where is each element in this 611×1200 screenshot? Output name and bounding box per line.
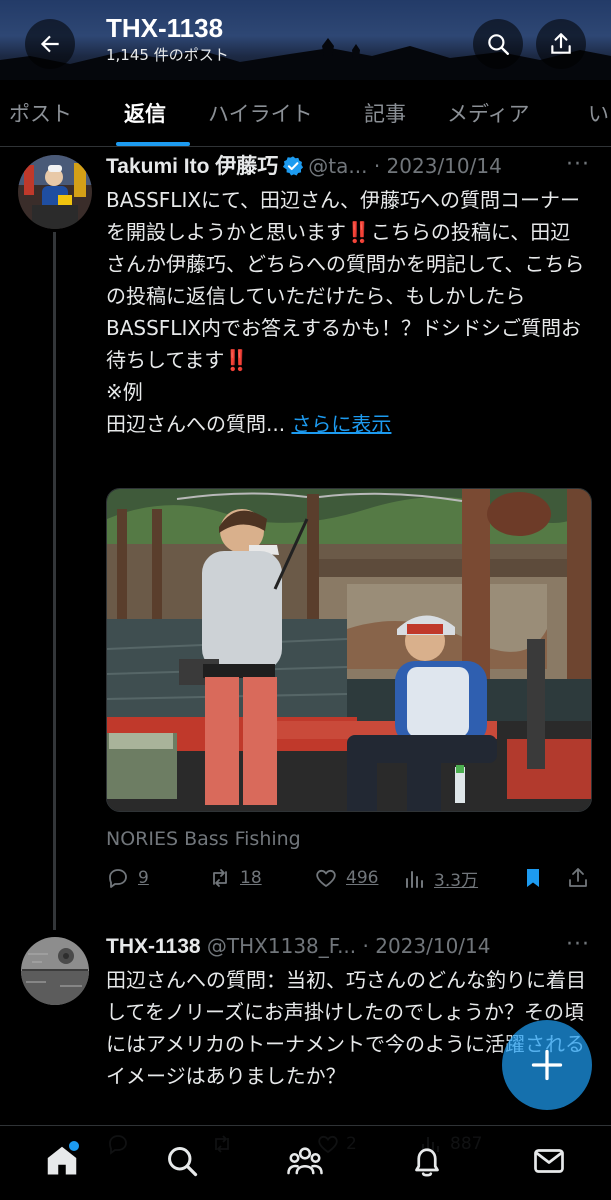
like-button[interactable]: 496: [314, 866, 378, 890]
more-options-icon[interactable]: ···: [566, 932, 590, 957]
profile-header: THX-1138 1,145 件のポスト: [0, 0, 611, 80]
repost-icon: [213, 869, 227, 887]
tab-posts[interactable]: ポスト: [9, 98, 72, 128]
search-button[interactable]: [473, 19, 523, 69]
share-icon: [569, 868, 587, 887]
tweet-header: THX-1138 @THX1138_F... · 2023/10/14: [106, 933, 491, 960]
search-icon: [488, 34, 509, 55]
tweet-truncated-line: 田辺さんへの質問... さらに表示: [106, 408, 586, 440]
nav-home[interactable]: [44, 1143, 80, 1179]
view-count: 3.3万: [434, 871, 479, 891]
avatar-image: [18, 155, 92, 229]
media-source-caption[interactable]: NORIES Bass Fishing: [106, 828, 301, 850]
reply-button[interactable]: 9: [106, 866, 149, 890]
thread-connector: [53, 232, 56, 930]
repost-count: 18: [240, 868, 262, 888]
bookmark-button[interactable]: [521, 866, 545, 890]
arrow-left-icon: [40, 35, 59, 53]
like-count: 496: [346, 868, 379, 888]
author-name[interactable]: Takumi Ito 伊藤巧: [106, 155, 278, 178]
nav-messages[interactable]: [531, 1143, 567, 1179]
reply-count: 9: [138, 868, 149, 888]
show-more-link[interactable]: さらに表示: [291, 412, 391, 436]
heart-icon: [316, 869, 336, 887]
tweet-date[interactable]: · 2023/10/14: [363, 934, 491, 958]
home-icon: [47, 1146, 77, 1175]
tweet-actions: 9 18 496 3.3万: [106, 866, 596, 900]
tab-likes[interactable]: い: [588, 98, 609, 128]
tab-media[interactable]: メディア: [447, 98, 530, 128]
photo-image: [107, 489, 591, 811]
tweet-main-text: BASSFLIXにて、田辺さん、伊藤巧への質問コーナーを開設しようかと思います‼…: [106, 188, 585, 372]
tweet-date[interactable]: · 2023/10/14: [374, 154, 502, 178]
more-options-icon[interactable]: ···: [566, 152, 590, 177]
nav-communities[interactable]: [287, 1143, 323, 1179]
bookmark-filled-icon: [527, 869, 539, 887]
nav-search[interactable]: [164, 1143, 200, 1179]
tweet-example-label: ※例: [106, 380, 143, 404]
active-tab-indicator: [116, 142, 190, 146]
profile-title-block: THX-1138 1,145 件のポスト: [106, 14, 229, 65]
back-button[interactable]: [25, 19, 75, 69]
views-button[interactable]: 3.3万: [402, 866, 478, 891]
tweet-text: BASSFLIXにて、田辺さん、伊藤巧への質問コーナーを開設しようかと思います‼…: [106, 184, 586, 440]
views-chart-icon: [406, 870, 423, 888]
author-handle[interactable]: @THX1138_F...: [207, 934, 356, 958]
repost-button[interactable]: 18: [208, 866, 262, 890]
tab-highlights[interactable]: ハイライト: [208, 98, 313, 128]
death-star-avatar-image: [18, 934, 92, 1008]
tweet-question-preview: 田辺さんへの質問...: [106, 412, 286, 436]
share-button[interactable]: [536, 19, 586, 69]
avatar[interactable]: [18, 155, 92, 229]
compose-plus-icon: [531, 1049, 563, 1081]
avatar[interactable]: [18, 934, 92, 1008]
author-name[interactable]: THX-1138: [106, 935, 201, 958]
tab-articles[interactable]: 記事: [364, 98, 406, 128]
messages-icon: [534, 1149, 564, 1173]
nav-notifications[interactable]: [409, 1143, 445, 1179]
tab-replies[interactable]: 返信: [124, 98, 166, 128]
share-tweet-button[interactable]: [566, 866, 590, 890]
search-icon: [168, 1147, 198, 1177]
compose-button[interactable]: [502, 1020, 592, 1110]
share-icon: [551, 33, 571, 54]
reply-icon: [109, 869, 127, 888]
post-count: 1,145 件のポスト: [106, 46, 229, 64]
tweet-header: Takumi Ito 伊藤巧 @ta... · 2023/10/14: [106, 153, 502, 180]
tweet-photo[interactable]: [106, 488, 592, 812]
author-handle[interactable]: @ta...: [308, 154, 367, 178]
communities-icon: [287, 1147, 323, 1175]
notifications-icon: [415, 1148, 439, 1177]
profile-tabs: ポスト 返信 ハイライト 記事 メディア い: [0, 80, 611, 147]
verified-badge-icon: [283, 156, 304, 176]
profile-name: THX-1138: [106, 13, 224, 43]
